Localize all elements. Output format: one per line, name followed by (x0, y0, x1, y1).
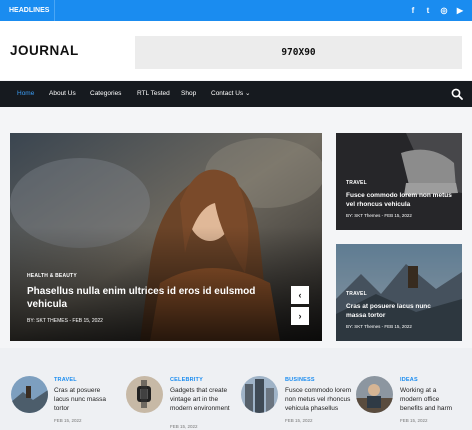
hero-slide[interactable]: HEALTH & BEAUTY Phasellus nulla enim ult… (10, 133, 322, 341)
nav-item-shop[interactable]: Shop (181, 81, 196, 107)
side-card-shoes[interactable]: TRAVEL Fusce commodo lorem non metus vel… (336, 133, 462, 230)
post-thumbnail[interactable] (241, 376, 278, 413)
post-thumbnail[interactable] (11, 376, 48, 413)
youtube-icon[interactable]: ▶ (451, 0, 469, 21)
post-category[interactable]: CELEBRITY (170, 377, 203, 383)
side-card-title[interactable]: Cras at posuere lacus nunc massa tortor (346, 302, 446, 320)
side-card-meta: BY: SKT Themes - FEB 15, 2022 (346, 324, 412, 329)
side-card-mountain[interactable]: TRAVEL Cras at posuere lacus nunc massa … (336, 244, 462, 341)
hero-title[interactable]: Phasellus nulla enim ultrices id eros id… (27, 285, 267, 311)
hero-meta: BY: SKT THEMES - FEB 15, 2022 (27, 318, 103, 324)
post-date: FEB 15, 2022 (285, 418, 313, 423)
search-icon[interactable] (451, 88, 463, 100)
slider-prev-button[interactable]: ‹ (291, 286, 309, 304)
post-thumbnail[interactable] (126, 376, 163, 413)
post-title[interactable]: Working at a modern office benefits and … (400, 386, 460, 413)
nav-item-rtl-tested[interactable]: RTL Tested (137, 81, 170, 107)
post-title[interactable]: Cras at posuere lacus nunc massa tortor (54, 386, 114, 413)
side-card-title[interactable]: Fusce commodo lorem non metus vel rhoncu… (346, 191, 454, 209)
post-category[interactable]: BUSINESS (285, 377, 315, 383)
post-thumbnail[interactable] (356, 376, 393, 413)
side-card-tag[interactable]: TRAVEL (346, 180, 367, 186)
side-card-meta: BY: SKT Themes - FEB 15, 2022 (346, 213, 412, 218)
post-date: FEB 15, 2022 (54, 418, 82, 423)
post-title[interactable]: Gadgets that create vintage art in the m… (170, 386, 240, 413)
main-nav: Home About Us Categories RTL Tested Shop… (0, 81, 472, 107)
site-header: JOURNAL 970X90 (0, 21, 472, 80)
post-date: FEB 15, 2022 (170, 424, 198, 429)
nav-item-about-us[interactable]: About Us (49, 81, 76, 107)
site-logo[interactable]: JOURNAL (10, 43, 79, 58)
post-title[interactable]: Fusce commodo lorem non metus vel rhoncu… (285, 386, 360, 413)
nav-item-categories[interactable]: Categories (90, 81, 121, 107)
nav-item-home[interactable]: Home (17, 81, 34, 107)
post-category[interactable]: IDEAS (400, 377, 418, 383)
nav-item-contact-us[interactable]: Contact Us ⌄ (211, 81, 250, 107)
hero-category-tag[interactable]: HEALTH & BEAUTY (27, 273, 77, 279)
post-category[interactable]: TRAVEL (54, 377, 77, 383)
ad-banner[interactable]: 970X90 (135, 36, 462, 69)
post-date: FEB 15, 2022 (400, 418, 428, 423)
top-headline-bar: HEADLINES f t ◎ ▶ (0, 0, 472, 21)
headlines-label: HEADLINES (0, 0, 55, 21)
side-card-tag[interactable]: TRAVEL (346, 291, 367, 297)
slider-next-button[interactable]: › (291, 307, 309, 325)
